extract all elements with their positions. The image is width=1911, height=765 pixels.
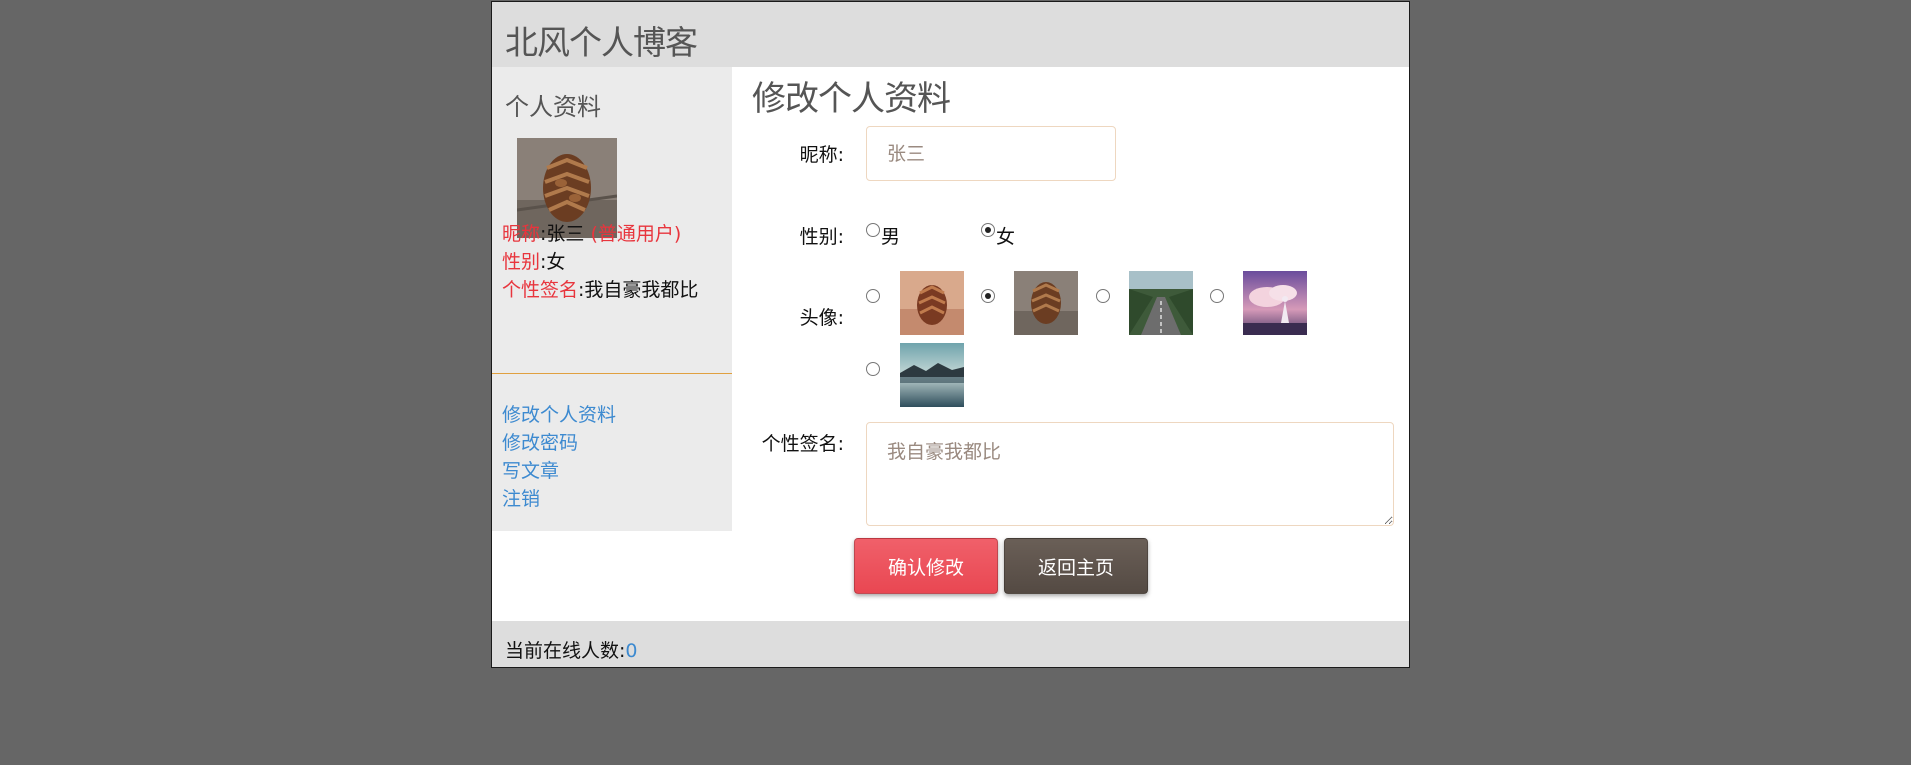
- profile-nickname-line: 昵称:张三 (普通用户): [502, 219, 681, 246]
- online-users-line: 当前在线人数:0: [505, 636, 638, 663]
- profile-nickname-label: 昵称: [502, 223, 541, 245]
- profile-signature-line: 个性签名:我自豪我都比: [502, 275, 698, 302]
- confirm-edit-button[interactable]: 确认修改: [854, 538, 998, 594]
- edit-profile-link[interactable]: 修改个人资料: [502, 400, 616, 427]
- gender-male-label: 男: [881, 226, 901, 248]
- avatar-label: 头像:: [799, 307, 844, 329]
- gender-female-radio[interactable]: [981, 223, 995, 237]
- nickname-label: 昵称:: [799, 144, 844, 166]
- avatar-option-4-radio[interactable]: [1210, 289, 1224, 303]
- signature-textarea[interactable]: [866, 422, 1394, 526]
- gender-male-radio[interactable]: [866, 223, 880, 237]
- profile-nickname-value: :张三: [540, 223, 585, 245]
- signature-label: 个性签名:: [761, 433, 844, 455]
- mountain-lake-image: [900, 343, 964, 407]
- avatar-option-5-radio[interactable]: [866, 362, 880, 376]
- site-footer: 当前在线人数:0: [492, 621, 1409, 667]
- site-title: 北风个人博客: [505, 23, 698, 62]
- avatar-option-3-radio[interactable]: [1096, 289, 1110, 303]
- forest-road-image: [1129, 271, 1193, 335]
- profile-sidebar: 个人资料 昵称:张三 (普通用户) 性别:女 个性签名:我自豪我都比 修改个人资…: [492, 67, 732, 531]
- pinecone-on-sand-image: [900, 271, 964, 335]
- site-header: 北风个人博客: [492, 2, 1409, 67]
- online-users-count: 0: [625, 640, 638, 662]
- gender-label: 性别:: [799, 226, 844, 248]
- anime-girl-sky-image: [1243, 271, 1307, 335]
- profile-signature-label: 个性签名: [502, 279, 579, 301]
- write-article-link[interactable]: 写文章: [502, 456, 559, 483]
- page-container: 北风个人博客 个人资料 昵称:张三 (普通用户) 性别:女 个性签名:我自豪我都…: [491, 1, 1410, 668]
- nickname-input[interactable]: [866, 126, 1116, 181]
- profile-gender-line: 性别:女: [502, 247, 565, 274]
- avatar-option-2-radio[interactable]: [981, 289, 995, 303]
- sidebar-title: 个人资料: [505, 93, 601, 121]
- page-title: 修改个人资料: [752, 79, 951, 119]
- profile-gender-label: 性别: [502, 251, 541, 273]
- change-password-link[interactable]: 修改密码: [502, 428, 578, 455]
- gender-female-label: 女: [996, 226, 1016, 248]
- profile-signature-value: :我自豪我都比: [578, 279, 699, 301]
- logout-link[interactable]: 注销: [502, 484, 540, 511]
- online-users-label: 当前在线人数:: [505, 640, 626, 662]
- back-to-home-button[interactable]: 返回主页: [1004, 538, 1148, 594]
- sidebar-divider: [492, 373, 732, 374]
- avatar-option-1-radio[interactable]: [866, 289, 880, 303]
- profile-gender-value: :女: [540, 251, 566, 273]
- profile-role: (普通用户): [584, 223, 682, 245]
- pinecone-on-ground-image: [1014, 271, 1078, 335]
